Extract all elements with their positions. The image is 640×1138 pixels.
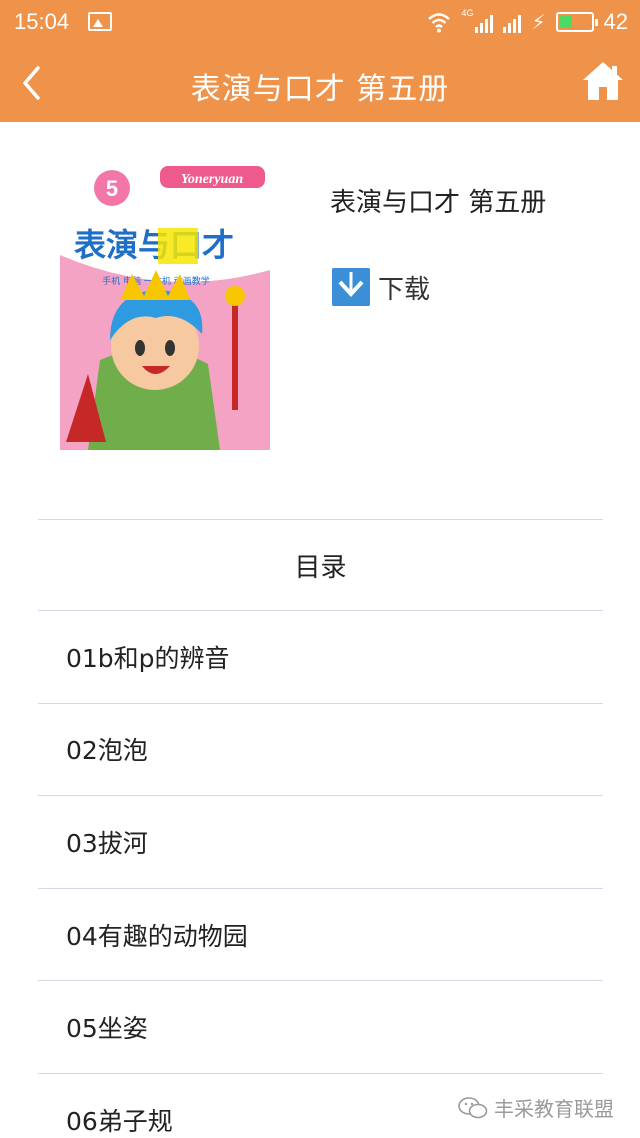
book-cover-illustration: 5 Yoneryuan 表演与口才 手机 电脑 一体机 动画教学: [60, 160, 270, 450]
wifi-icon: [428, 13, 451, 33]
nav-bar: 表演与口才 第五册: [0, 44, 640, 122]
page-title: 表演与口才 第五册: [190, 72, 450, 107]
cover-grade-number: 5: [106, 176, 118, 201]
toc-item-label: 05坐姿: [66, 1014, 148, 1044]
back-button[interactable]: [10, 56, 64, 110]
home-icon: [583, 62, 623, 100]
toc-item[interactable]: 05坐姿: [38, 981, 603, 1074]
toc-item[interactable]: 01b和p的辨音: [38, 611, 603, 704]
status-time: 15:04: [14, 9, 70, 34]
book-title: 表演与口才 第五册: [330, 188, 547, 218]
cover-title-text: 表演与口才: [74, 226, 234, 264]
toc-item-label: 02泡泡: [66, 736, 148, 766]
signal-icon-2: [503, 11, 522, 33]
toc-item-label: 01b和p的辨音: [66, 643, 230, 673]
photo-icon: [88, 12, 112, 31]
status-bar: 15:04 4G ⚡ 42: [0, 0, 640, 44]
toc-header: 目录: [38, 519, 603, 611]
signal-icon: [475, 11, 494, 33]
battery-percent: 42: [603, 9, 628, 34]
toc-item[interactable]: 03拔河: [38, 796, 603, 889]
toc-item-label: 06弟子规: [66, 1107, 173, 1137]
toc-item-label: 03拔河: [66, 828, 148, 858]
book-cover-image[interactable]: 5 Yoneryuan 表演与口才 手机 电脑 一体机 动画教学: [60, 160, 270, 450]
status-icons: 4G ⚡ 42: [427, 8, 628, 36]
battery-level: [559, 16, 573, 28]
watermark-text: 丰采教育联盟: [494, 1097, 614, 1121]
battery-icon: [555, 12, 598, 32]
toc-item-label: 04有趣的动物园: [66, 921, 248, 951]
toc-item[interactable]: 02泡泡: [38, 704, 603, 797]
cover-brand-text: Yoneryuan: [181, 172, 243, 187]
download-button[interactable]: 下载: [332, 268, 430, 306]
watermark: 丰采教育联盟: [458, 1093, 614, 1122]
network-type-label: 4G: [461, 8, 474, 18]
chevron-left-icon: [23, 66, 40, 100]
home-button[interactable]: [580, 58, 626, 104]
toc-item[interactable]: 04有趣的动物园: [38, 889, 603, 982]
charging-icon: ⚡: [531, 10, 546, 34]
toc-list: 01b和p的辨音 02泡泡 03拔河 04有趣的动物园 05坐姿 06弟子规: [38, 611, 603, 1138]
download-label: 下载: [378, 274, 431, 305]
wechat-icon: [458, 1096, 488, 1118]
arrow-down-icon: [332, 268, 370, 306]
